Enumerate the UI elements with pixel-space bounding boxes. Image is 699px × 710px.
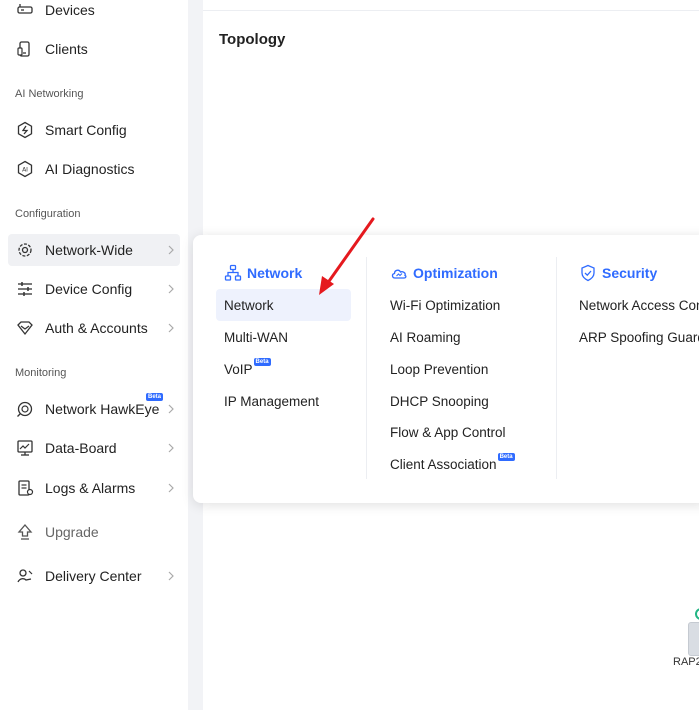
annotation-arrow [319,217,375,295]
